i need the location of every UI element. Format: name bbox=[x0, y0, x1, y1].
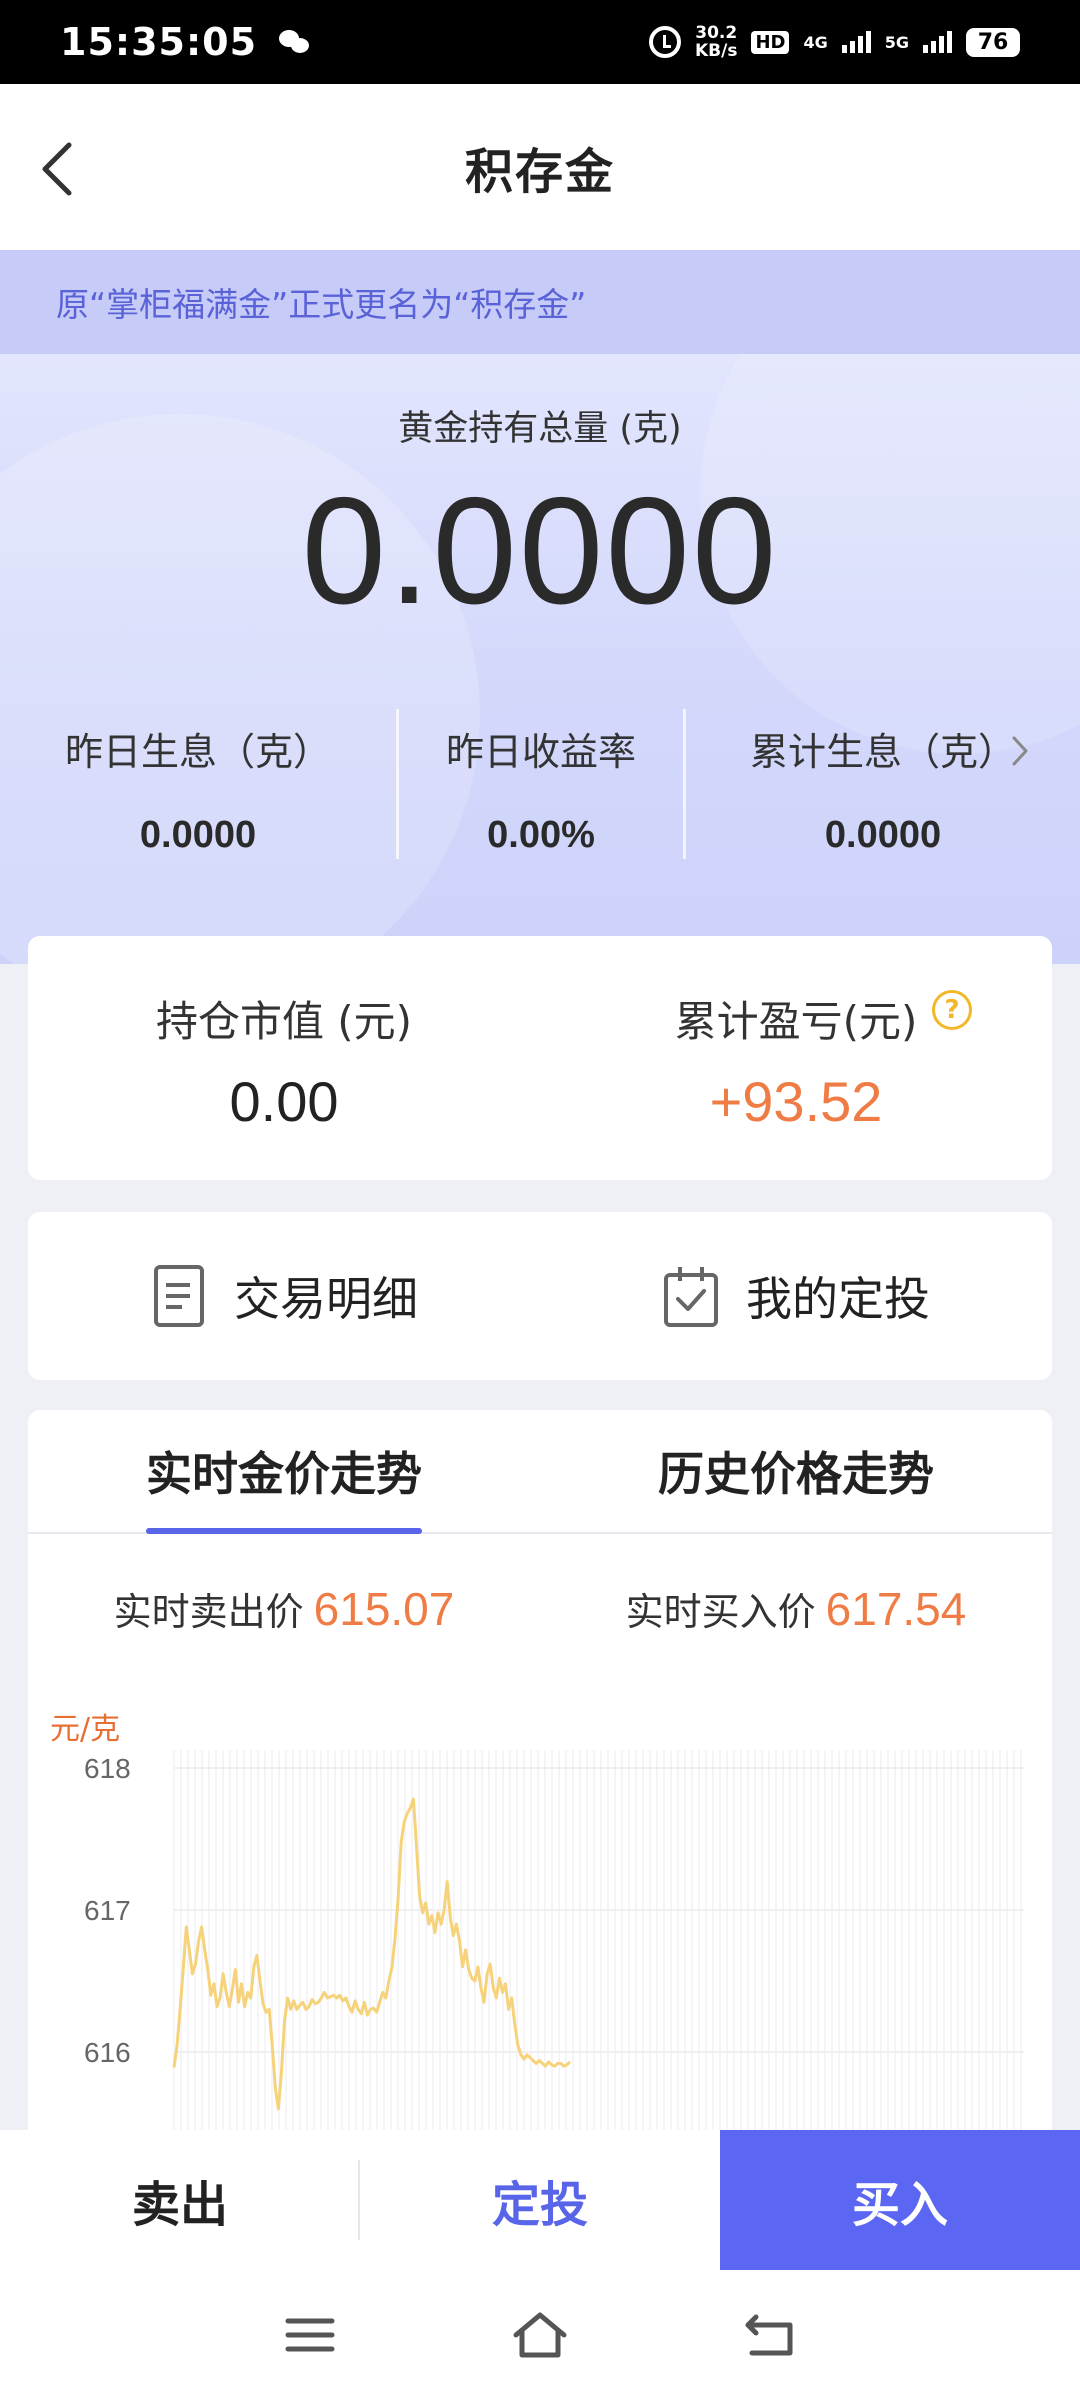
buy-price-value: 617.54 bbox=[825, 1582, 967, 1635]
document-icon bbox=[154, 1265, 204, 1327]
trend-tabs: 实时金价走势 历史价格走势 bbox=[28, 1410, 1052, 1534]
signal-4g-label: 4G bbox=[803, 32, 828, 52]
net-speed-value: 30.2 bbox=[695, 23, 738, 43]
total-holdings-value: 0.0000 bbox=[301, 466, 779, 636]
net-speed: 30.2 KB/s bbox=[695, 24, 737, 60]
market-value-label: 持仓市值 (元) bbox=[155, 997, 413, 1046]
system-navigation-bar bbox=[0, 2270, 1080, 2400]
price-trend-card: 实时金价走势 历史价格走势 实时卖出价 615.07 实时买入价 617.54 … bbox=[28, 1410, 1052, 2130]
buy-price: 实时买入价 617.54 bbox=[540, 1581, 1052, 1636]
page-title: 积存金 bbox=[464, 144, 615, 200]
realtime-prices: 实时卖出价 615.07 实时买入价 617.54 bbox=[28, 1534, 1052, 1682]
back-nav-button[interactable] bbox=[730, 2300, 810, 2370]
signal-4g: 4G bbox=[803, 32, 828, 52]
buy-button[interactable]: 买入 bbox=[720, 2130, 1080, 2270]
trade-action-bar: 卖出 定投 买入 bbox=[0, 2130, 1080, 2270]
sell-button[interactable]: 卖出 bbox=[0, 2130, 360, 2270]
battery-icon: 76 bbox=[966, 27, 1020, 57]
app-header: 积存金 bbox=[0, 84, 1080, 250]
tab-history-price[interactable]: 历史价格走势 bbox=[540, 1410, 1052, 1532]
y-tick-label: 617 bbox=[84, 1895, 131, 1926]
realtime-price-chart: 618 617 616 bbox=[84, 1750, 1024, 2130]
chart-grid bbox=[173, 1750, 1024, 2130]
stat-yesterday-interest: 昨日生息（克） 0.0000 bbox=[0, 709, 396, 859]
home-icon bbox=[513, 2312, 567, 2358]
chevron-left-icon bbox=[42, 142, 72, 196]
stat-label: 昨日生息（克） bbox=[64, 730, 331, 774]
total-holdings-label: 黄金持有总量 (克) bbox=[398, 409, 682, 449]
transaction-details-button[interactable]: 交易明细 bbox=[28, 1212, 540, 1380]
buy-price-label: 实时买入价 bbox=[625, 1589, 816, 1634]
hd-badge: HD bbox=[751, 30, 790, 54]
home-nav-button[interactable] bbox=[500, 2300, 580, 2370]
status-time: 15:35:05 bbox=[60, 20, 258, 64]
back-arrow-icon bbox=[745, 2314, 793, 2356]
sell-price: 实时卖出价 615.07 bbox=[28, 1581, 540, 1636]
notice-text: 原“掌柜福满金”正式更名为“积存金” bbox=[56, 285, 587, 324]
profit-label: 累计盈亏(元) bbox=[674, 997, 918, 1046]
signal-bars-icon bbox=[923, 31, 952, 53]
tab-realtime-price[interactable]: 实时金价走势 bbox=[28, 1410, 540, 1534]
profit-value: +93.52 bbox=[709, 1070, 883, 1133]
alarm-icon bbox=[648, 26, 681, 58]
calendar-check-icon bbox=[664, 1267, 718, 1327]
back-button[interactable] bbox=[22, 134, 92, 204]
signal-5g-label: 5G bbox=[884, 32, 909, 52]
signal-bars-icon bbox=[841, 31, 871, 53]
net-speed-unit: KB/s bbox=[694, 41, 738, 61]
stat-cumulative-interest[interactable]: 累计生息（克） 0.0000 bbox=[686, 709, 1080, 859]
help-icon[interactable]: ? bbox=[932, 990, 972, 1030]
y-tick-label: 618 bbox=[84, 1753, 131, 1784]
stat-yesterday-yield: 昨日收益率 0.00% bbox=[396, 709, 686, 859]
signal-5g: 5G bbox=[884, 32, 909, 52]
market-value: 0.00 bbox=[229, 1070, 339, 1133]
y-tick-label: 616 bbox=[84, 2037, 131, 2068]
sell-price-value: 615.07 bbox=[313, 1582, 455, 1635]
stat-label: 昨日收益率 bbox=[445, 730, 636, 774]
chevron-right-icon bbox=[1012, 736, 1028, 766]
stat-value: 0.0000 bbox=[139, 814, 257, 856]
my-plan-label: 我的定投 bbox=[746, 1272, 930, 1326]
interest-stats: 昨日生息（克） 0.0000 昨日收益率 0.00% 累计生息（克） 0.000… bbox=[0, 709, 1080, 859]
status-bar: 15:35:05 30.2 KB/s HD 4G 5G 76 bbox=[0, 0, 1080, 84]
transaction-details-label: 交易明细 bbox=[234, 1272, 418, 1326]
stat-label: 累计生息（克） bbox=[749, 730, 1016, 774]
my-plan-button[interactable]: 我的定投 bbox=[540, 1212, 1052, 1380]
fixed-investment-button[interactable]: 定投 bbox=[360, 2130, 720, 2270]
market-value-block: 持仓市值 (元) 0.00 bbox=[28, 936, 540, 1180]
position-value-card: 持仓市值 (元) 0.00 累计盈亏(元) +93.52 ? bbox=[28, 936, 1052, 1180]
menu-icon bbox=[285, 2318, 335, 2352]
stat-value: 0.0000 bbox=[824, 814, 942, 856]
gold-holdings-summary: 黄金持有总量 (克) 0.0000 昨日生息（克） 0.0000 昨日收益率 0… bbox=[0, 354, 1080, 964]
rename-notice: 原“掌柜福满金”正式更名为“积存金” bbox=[0, 250, 1080, 354]
quick-actions-card: 交易明细 我的定投 bbox=[28, 1212, 1052, 1380]
wechat-icon bbox=[279, 28, 313, 56]
profit-block: 累计盈亏(元) +93.52 ? bbox=[540, 936, 1052, 1180]
menu-nav-button[interactable] bbox=[270, 2300, 350, 2370]
sell-price-label: 实时卖出价 bbox=[113, 1589, 304, 1634]
stat-value: 0.00% bbox=[487, 814, 595, 856]
